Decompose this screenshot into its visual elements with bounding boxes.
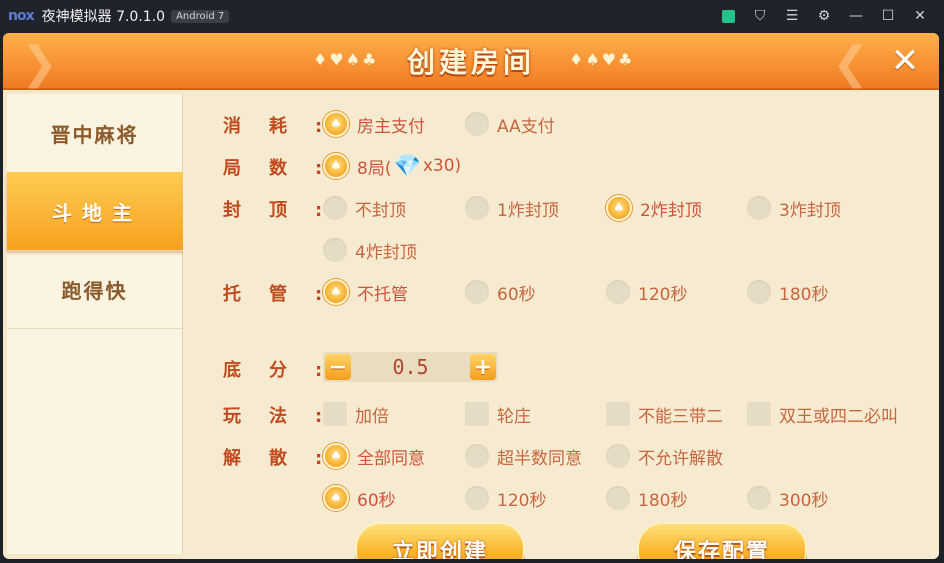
radio-icon <box>465 112 489 136</box>
game-sidebar: 晋中麻将 斗地主 跑得快 <box>7 94 187 554</box>
sidebar-item-doudizhu[interactable]: 斗地主 <box>7 172 187 251</box>
auto-option-120[interactable]: 120秒 <box>606 278 687 306</box>
android-version-badge: Android 7 <box>171 9 230 23</box>
dissolve-option-not-allowed[interactable]: 不允许解散 <box>606 442 723 470</box>
dissolve-time-300[interactable]: 300秒 <box>747 484 828 512</box>
cap-option-3[interactable]: 3炸封顶 <box>747 194 841 222</box>
create-room-dialog: ❯ ❮ ♦♥♠♣ ♦♠♥♣ 创建房间 ✕ 晋中麻将 斗地主 跑得快 消耗: ♠ … <box>3 33 939 559</box>
gear-icon[interactable]: ⚙ <box>808 0 840 32</box>
cap-option-none[interactable]: 不封顶 <box>323 194 406 222</box>
decrease-button[interactable]: − <box>325 354 351 380</box>
radio-icon <box>323 238 347 262</box>
dissolve-time-180[interactable]: 180秒 <box>606 484 687 512</box>
emulator-titlebar: nox 夜神模拟器 7.0.1.0 Android 7 ⛉ ☰ ⚙ — ☐ ✕ <box>0 0 944 32</box>
menu-icon[interactable]: ☰ <box>776 0 808 32</box>
rounds-option-8[interactable]: ♠ 8局( 💎 x30) <box>323 152 461 180</box>
minimize-icon[interactable]: — <box>840 0 872 32</box>
close-window-icon[interactable]: ✕ <box>904 0 936 32</box>
radio-icon <box>747 196 771 220</box>
radio-selected-icon: ♠ <box>606 195 632 221</box>
sidebar-item-paodekuai[interactable]: 跑得快 <box>7 250 182 329</box>
maximize-icon[interactable]: ☐ <box>872 0 904 32</box>
radio-icon <box>606 444 630 468</box>
dialog-header: ❯ ❮ ♦♥♠♣ ♦♠♥♣ 创建房间 ✕ <box>3 33 939 90</box>
create-room-button[interactable]: 立即创建 <box>355 522 525 559</box>
cap-option-4[interactable]: 4炸封顶 <box>323 236 417 264</box>
radio-icon <box>606 280 630 304</box>
play-option-no-three-two[interactable]: 不能三带二 <box>606 400 723 428</box>
radio-icon <box>747 486 771 510</box>
radio-icon <box>465 444 489 468</box>
shirt-icon[interactable]: ⛉ <box>744 0 776 32</box>
room-settings-panel: 消耗: ♠ 房主支付 AA支付 局数: ♠ 8局( 💎 x30) 封顶: 不封顶… <box>183 90 939 559</box>
radio-selected-icon: ♠ <box>323 111 349 137</box>
play-option-double[interactable]: 加倍 <box>323 400 389 428</box>
nox-logo: nox <box>8 8 35 24</box>
radio-selected-icon: ♠ <box>323 485 349 511</box>
play-option-must-call[interactable]: 双王或四二必叫 <box>747 400 898 428</box>
auto-option-off[interactable]: ♠ 不托管 <box>323 278 408 306</box>
checkbox-icon <box>747 402 771 426</box>
page-title: 创建房间 <box>406 46 535 79</box>
checkbox-icon <box>606 402 630 426</box>
dissolve-option-all-agree[interactable]: ♠ 全部同意 <box>323 442 425 470</box>
checkbox-icon <box>465 402 489 426</box>
diamond-icon: 💎 <box>393 153 421 179</box>
radio-icon <box>323 196 347 220</box>
radio-icon <box>465 486 489 510</box>
close-icon[interactable]: ✕ <box>883 39 927 83</box>
radio-icon <box>606 486 630 510</box>
radio-selected-icon: ♠ <box>323 279 349 305</box>
dissolve-option-majority[interactable]: 超半数同意 <box>465 442 582 470</box>
cap-option-2[interactable]: ♠ 2炸封顶 <box>606 194 702 222</box>
sidebar-item-jinzhong-mahjong[interactable]: 晋中麻将 <box>7 94 182 173</box>
radio-icon <box>465 196 489 220</box>
increase-button[interactable]: + <box>470 354 496 380</box>
dissolve-time-120[interactable]: 120秒 <box>465 484 546 512</box>
checkbox-icon <box>323 402 347 426</box>
base-score-value: 0.5 <box>392 355 429 379</box>
dissolve-time-60[interactable]: ♠ 60秒 <box>323 484 396 512</box>
auto-option-60[interactable]: 60秒 <box>465 278 536 306</box>
titlebar-controls: ⛉ ☰ ⚙ — ☐ ✕ <box>712 0 936 32</box>
radio-icon <box>465 280 489 304</box>
auto-option-180[interactable]: 180秒 <box>747 278 828 306</box>
cap-option-1[interactable]: 1炸封顶 <box>465 194 559 222</box>
shop-icon[interactable] <box>712 0 744 32</box>
base-score-stepper: − 0.5 + <box>323 352 498 382</box>
save-config-button[interactable]: 保存配置 <box>637 522 807 559</box>
consume-option-owner[interactable]: ♠ 房主支付 <box>323 110 425 138</box>
consume-option-aa[interactable]: AA支付 <box>465 110 555 138</box>
radio-selected-icon: ♠ <box>323 153 349 179</box>
play-option-rotate-dealer[interactable]: 轮庄 <box>465 400 531 428</box>
radio-icon <box>747 280 771 304</box>
radio-selected-icon: ♠ <box>323 443 349 469</box>
window-title: 夜神模拟器 7.0.1.0 <box>41 9 166 25</box>
